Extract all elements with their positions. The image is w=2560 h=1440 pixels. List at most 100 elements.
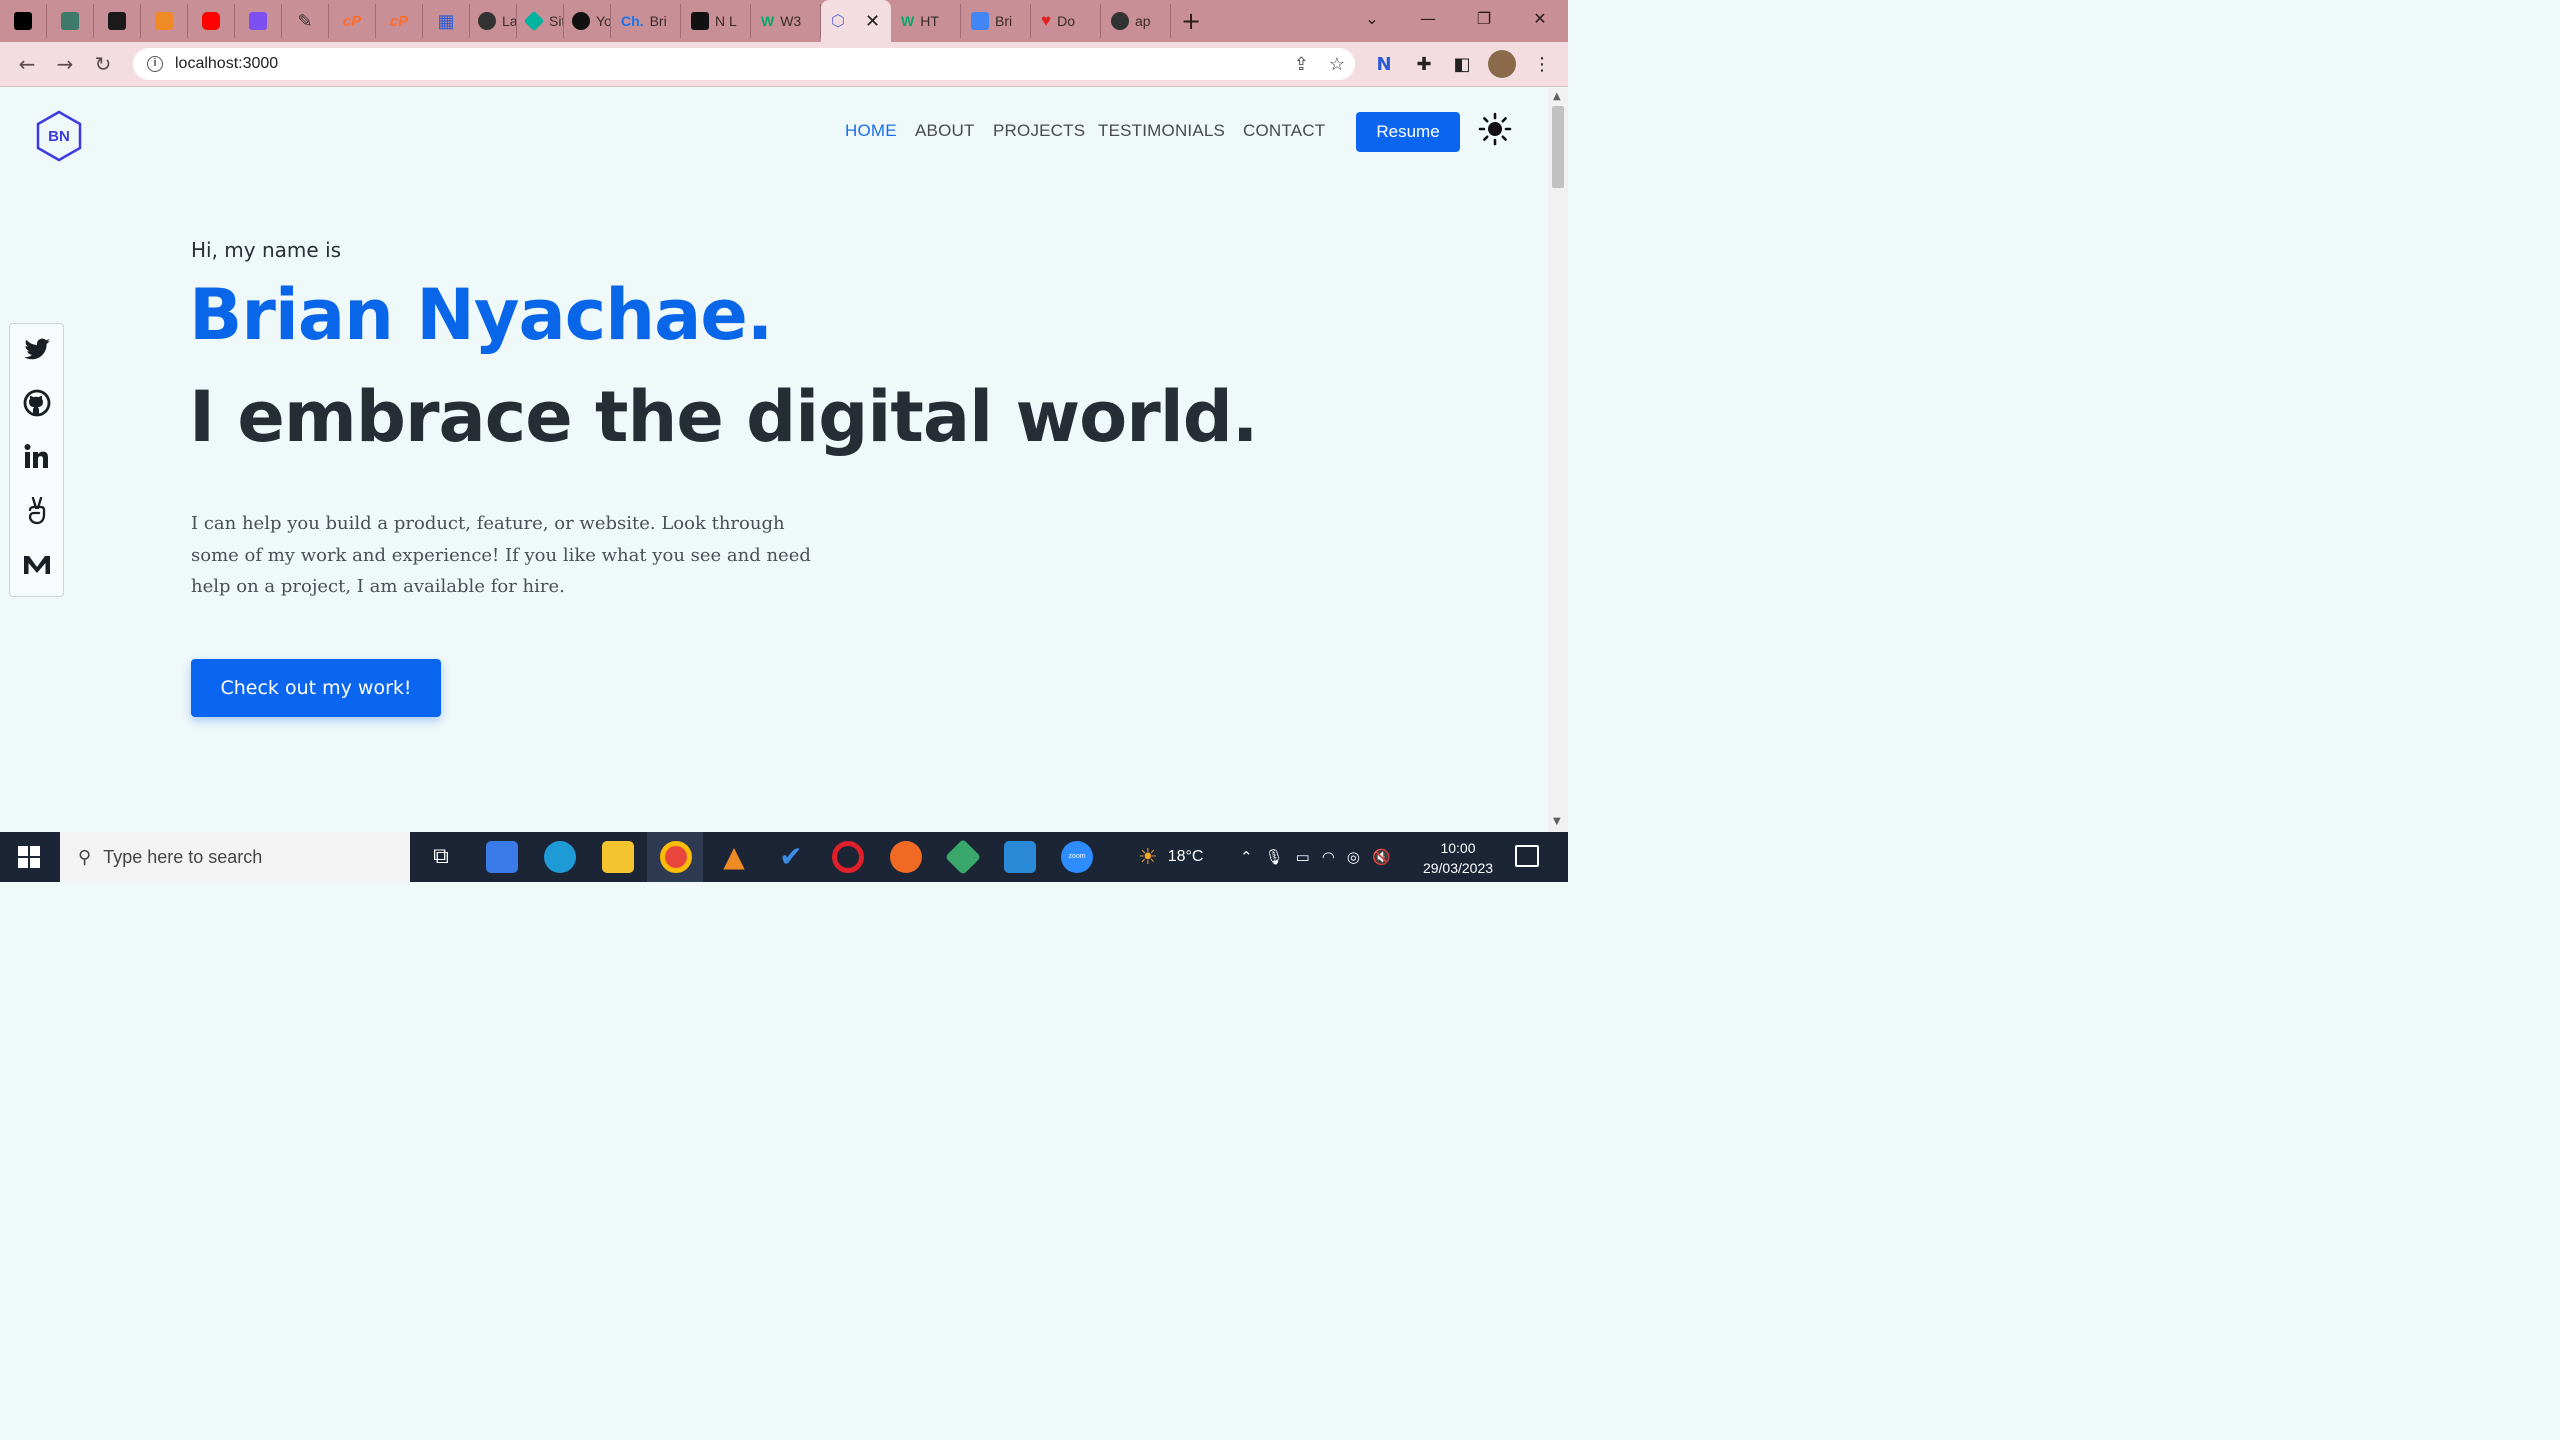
windows-taskbar: ⚲ Type here to search ⧉ ▲ ✔ zoom ☀ 18°C … bbox=[0, 832, 1568, 882]
tab-active-portfolio[interactable]: ⬡ ✕ bbox=[821, 0, 891, 42]
reload-button[interactable]: ↻ bbox=[84, 52, 122, 76]
codepen-icon bbox=[691, 12, 709, 30]
twitter-icon[interactable] bbox=[22, 334, 52, 364]
globe-icon bbox=[1111, 12, 1129, 30]
task-view-icon[interactable]: ⧉ bbox=[425, 841, 457, 873]
tab-ht[interactable]: W HT bbox=[891, 4, 961, 38]
tab-trello[interactable] bbox=[94, 4, 141, 38]
tab-site[interactable]: Site bbox=[517, 4, 564, 38]
profile-avatar[interactable] bbox=[1488, 50, 1516, 78]
medium-icon bbox=[14, 12, 32, 30]
nav-projects[interactable]: PROJECTS bbox=[993, 121, 1085, 141]
nav-home[interactable]: HOME bbox=[845, 121, 897, 141]
address-bar[interactable]: i localhost:3000 ⇪ ☆ bbox=[133, 48, 1355, 80]
bookmark-star-icon[interactable]: ☆ bbox=[1329, 54, 1345, 75]
cpanel-icon: cP bbox=[389, 12, 409, 30]
resume-button[interactable]: Resume bbox=[1356, 112, 1460, 152]
feather-icon: ✎ bbox=[297, 10, 313, 31]
new-tab-button[interactable]: + bbox=[1171, 7, 1211, 35]
heart-icon: ♥ bbox=[1041, 11, 1052, 30]
browser-tab-strip: ✎ cP cP ▦ Lau Site You Ch.Bri N L WW3 ⬡✕… bbox=[0, 0, 1568, 42]
tab-github[interactable]: You bbox=[564, 4, 611, 38]
restore-button[interactable]: ❐ bbox=[1456, 0, 1512, 36]
side-panel-icon[interactable]: ◧ bbox=[1448, 50, 1476, 78]
cpanel-icon: cP bbox=[342, 12, 362, 30]
bn-logo[interactable]: BN bbox=[36, 110, 82, 162]
github-icon[interactable] bbox=[22, 388, 52, 418]
opera-icon[interactable] bbox=[832, 841, 864, 873]
nav-contact[interactable]: CONTACT bbox=[1243, 121, 1325, 141]
medium-icon[interactable] bbox=[22, 550, 52, 580]
tab-cpanel-2[interactable]: cP bbox=[376, 4, 423, 38]
chevron-up-icon[interactable]: ⌃ bbox=[1240, 848, 1253, 866]
vscode-icon[interactable] bbox=[1004, 841, 1036, 873]
notifications-icon[interactable] bbox=[1515, 845, 1539, 867]
weather-widget[interactable]: ☀ 18°C bbox=[1138, 832, 1203, 882]
page-scrollbar[interactable]: ▲ ▼ bbox=[1548, 88, 1568, 832]
forward-button[interactable]: → bbox=[46, 52, 84, 76]
camera-icon[interactable]: ◎ bbox=[1347, 848, 1360, 866]
back-button[interactable]: ← bbox=[8, 52, 46, 76]
map-pin-icon bbox=[61, 12, 79, 30]
share-icon[interactable]: ⇪ bbox=[1294, 54, 1309, 75]
linkedin-icon[interactable] bbox=[22, 442, 52, 472]
nav-testimonials[interactable]: TESTIMONIALS bbox=[1098, 121, 1225, 141]
scrollbar-thumb[interactable] bbox=[1552, 106, 1564, 188]
extension-icon[interactable]: N bbox=[1370, 50, 1398, 78]
taskbar-search-input[interactable]: ⚲ Type here to search bbox=[60, 832, 410, 882]
tab-triangle[interactable] bbox=[141, 4, 188, 38]
youtube-icon bbox=[202, 12, 220, 30]
tab-youtube[interactable] bbox=[188, 4, 235, 38]
tab-ink[interactable] bbox=[235, 4, 282, 38]
search-icon: ⚲ bbox=[78, 846, 92, 867]
firefox-icon[interactable] bbox=[890, 841, 922, 873]
chrome-icon[interactable] bbox=[660, 841, 692, 873]
file-explorer-icon[interactable] bbox=[602, 841, 634, 873]
sun-icon[interactable] bbox=[1478, 112, 1512, 146]
tab-lau[interactable]: Lau bbox=[470, 4, 517, 38]
vlc-icon[interactable]: ▲ bbox=[718, 841, 750, 873]
site-info-icon[interactable]: i bbox=[147, 56, 163, 72]
nav-about[interactable]: ABOUT bbox=[915, 121, 975, 141]
zoom-icon[interactable]: zoom bbox=[1061, 841, 1093, 873]
social-sidebar bbox=[9, 323, 64, 597]
trello-icon bbox=[108, 12, 126, 30]
scroll-up-icon[interactable]: ▲ bbox=[1553, 91, 1561, 102]
start-button[interactable] bbox=[18, 846, 40, 868]
tab-cpanel-1[interactable]: cP bbox=[329, 4, 376, 38]
browser-menu-icon[interactable]: ⋮ bbox=[1528, 50, 1556, 78]
wifi-icon[interactable]: ◠ bbox=[1322, 848, 1335, 866]
tab-grid[interactable]: ▦ bbox=[423, 4, 470, 38]
check-out-work-button[interactable]: Check out my work! bbox=[191, 659, 441, 717]
angellist-icon[interactable] bbox=[22, 496, 52, 526]
volume-muted-icon[interactable]: 🔇 bbox=[1372, 848, 1391, 866]
scroll-down-icon[interactable]: ▼ bbox=[1553, 816, 1561, 827]
minimize-button[interactable]: — bbox=[1400, 0, 1456, 36]
system-clock[interactable]: 10:00 29/03/2023 bbox=[1418, 838, 1498, 878]
tab-docs[interactable]: Bri bbox=[961, 4, 1031, 38]
close-window-button[interactable]: ✕ bbox=[1512, 0, 1568, 36]
git-icon[interactable] bbox=[944, 838, 982, 876]
tab-ch[interactable]: Ch. Bri bbox=[611, 4, 681, 38]
github-icon bbox=[572, 12, 590, 30]
close-tab-icon[interactable]: ✕ bbox=[865, 11, 880, 32]
intro-text: Hi, my name is bbox=[191, 238, 342, 262]
tab-do[interactable]: ♥ Do bbox=[1031, 4, 1101, 38]
tab-maps[interactable] bbox=[47, 4, 94, 38]
todo-icon[interactable]: ✔ bbox=[775, 841, 807, 873]
browser-toolbar: ← → ↻ i localhost:3000 ⇪ ☆ N ✚ ◧ ⋮ bbox=[0, 42, 1568, 87]
microphone-icon[interactable]: 🎙 bbox=[1265, 848, 1284, 866]
tab-w3[interactable]: W W3 bbox=[751, 4, 821, 38]
tab-ap[interactable]: ap bbox=[1101, 4, 1171, 38]
tab-feather[interactable]: ✎ bbox=[282, 4, 329, 38]
weather-temp: 18°C bbox=[1167, 848, 1204, 865]
tab-medium[interactable] bbox=[0, 4, 47, 38]
tab-codepen[interactable]: N L bbox=[681, 4, 751, 38]
edge-icon[interactable] bbox=[544, 841, 576, 873]
microsoft-store-icon[interactable] bbox=[486, 841, 518, 873]
extensions-puzzle-icon[interactable]: ✚ bbox=[1410, 50, 1438, 78]
portfolio-page: BN HOME ABOUT PROJECTS TESTIMONIALS CONT… bbox=[0, 88, 1548, 832]
battery-icon[interactable]: ▭ bbox=[1296, 848, 1310, 866]
tab-search-icon[interactable]: ⌄ bbox=[1344, 0, 1400, 36]
globe-icon bbox=[478, 12, 496, 30]
